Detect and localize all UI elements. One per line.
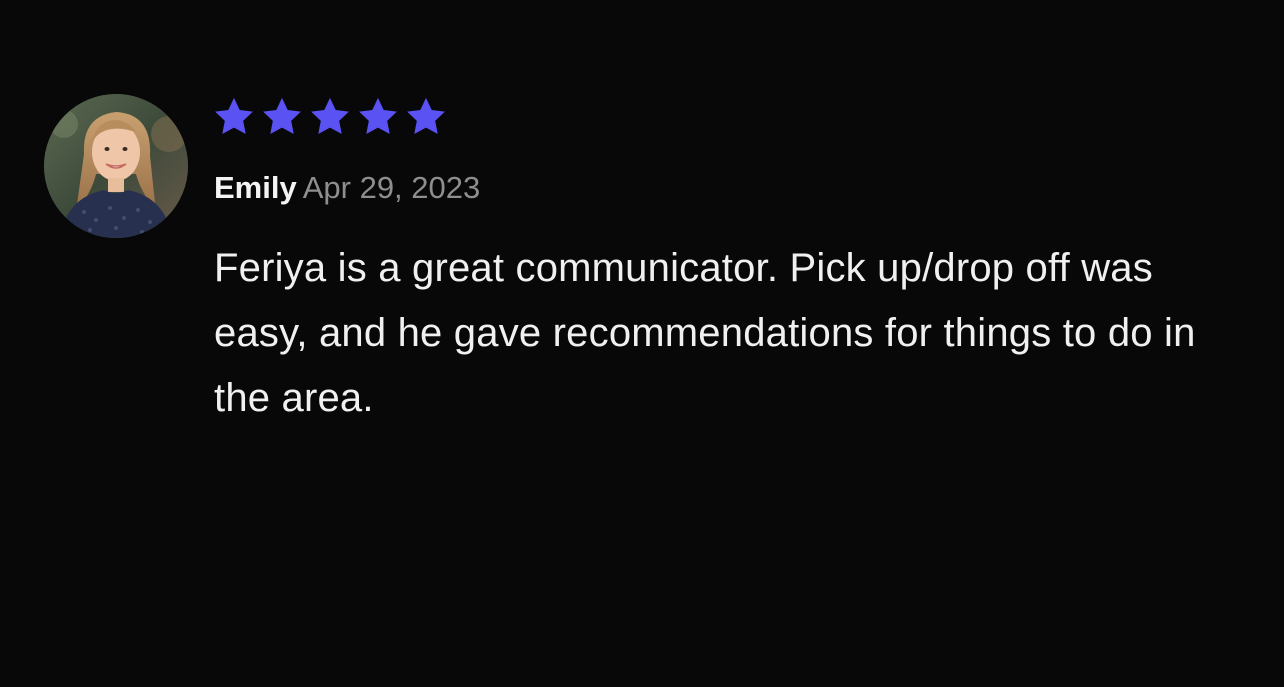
review-content: Emily Apr 29, 2023 Feriya is a great comm… xyxy=(214,94,1224,431)
star-icon xyxy=(407,97,445,135)
star-icon xyxy=(215,97,253,135)
star-icon xyxy=(311,97,349,135)
star-rating xyxy=(212,94,1224,140)
review-meta: Emily Apr 29, 2023 xyxy=(214,168,1224,208)
review-date: Apr 29, 2023 xyxy=(302,170,481,205)
avatar[interactable] xyxy=(44,94,188,238)
star-icon xyxy=(263,97,301,135)
author-name[interactable]: Emily xyxy=(214,170,297,205)
avatar-photo xyxy=(44,94,188,238)
review-text: Feriya is a great communicator. Pick up/… xyxy=(214,246,1196,420)
star-icon xyxy=(359,97,397,135)
